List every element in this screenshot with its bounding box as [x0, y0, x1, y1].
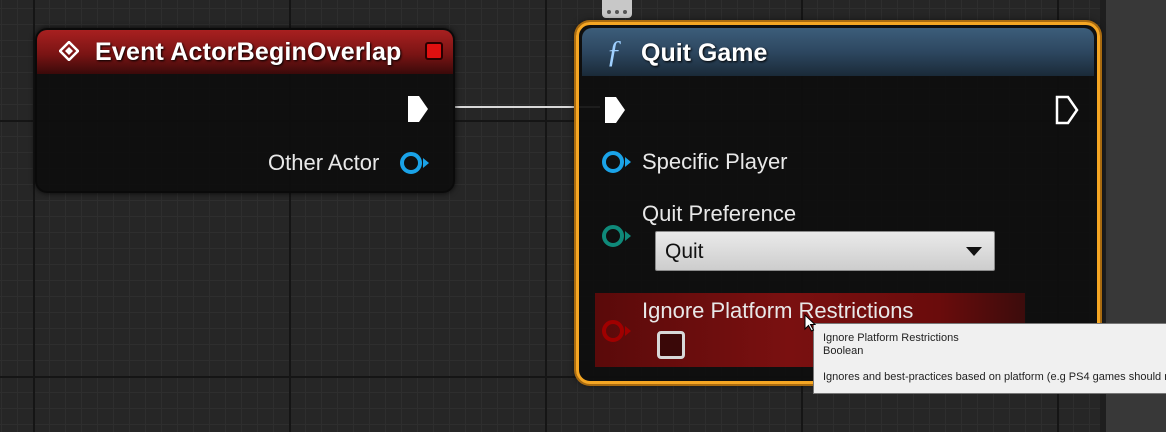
exec-output-pin-icon[interactable] [406, 94, 430, 124]
event-diamond-icon [59, 41, 79, 61]
event-node-header[interactable]: Event ActorBeginOverlap [37, 30, 453, 74]
event-node-title: Event ActorBeginOverlap [95, 38, 402, 66]
ignore-platform-restrictions-checkbox[interactable] [657, 331, 685, 359]
ignore-platform-restrictions-label: Ignore Platform Restrictions [642, 298, 914, 323]
function-icon: ƒ [606, 33, 622, 69]
other-actor-label: Other Actor [268, 150, 380, 175]
tooltip-title: Ignore Platform Restrictions [823, 332, 959, 344]
exec-then-pin-icon[interactable] [1055, 95, 1079, 125]
pin-tooltip: Ignore Platform Restrictions Boolean Ign… [813, 323, 1166, 394]
specific-player-pin-icon[interactable] [601, 150, 633, 174]
reroute-node-stub[interactable] [602, 0, 632, 18]
quit-preference-value: Quit [665, 240, 704, 263]
specific-player-label: Specific Player [642, 149, 788, 174]
quit-preference-label: Quit Preference [642, 201, 797, 226]
quit-game-title: Quit Game [641, 39, 768, 67]
quit-game-header[interactable]: ƒ Quit Game [582, 28, 1094, 76]
mouse-cursor-icon [804, 314, 816, 332]
event-actor-begin-overlap-node[interactable]: Event ActorBeginOverlap Other Actor [35, 28, 455, 193]
ignore-platform-restrictions-pin-icon[interactable] [601, 319, 633, 343]
delegate-pin[interactable] [425, 42, 443, 60]
tooltip-type: Boolean [823, 345, 864, 357]
quit-preference-pin-icon[interactable] [601, 224, 633, 248]
chevron-down-icon [966, 247, 982, 256]
exec-input-pin-icon[interactable] [603, 95, 627, 125]
other-actor-pin-icon[interactable] [399, 151, 431, 175]
tooltip-description: Ignores and best-practices based on plat… [823, 371, 1166, 383]
quit-preference-dropdown[interactable]: Quit [655, 231, 995, 271]
